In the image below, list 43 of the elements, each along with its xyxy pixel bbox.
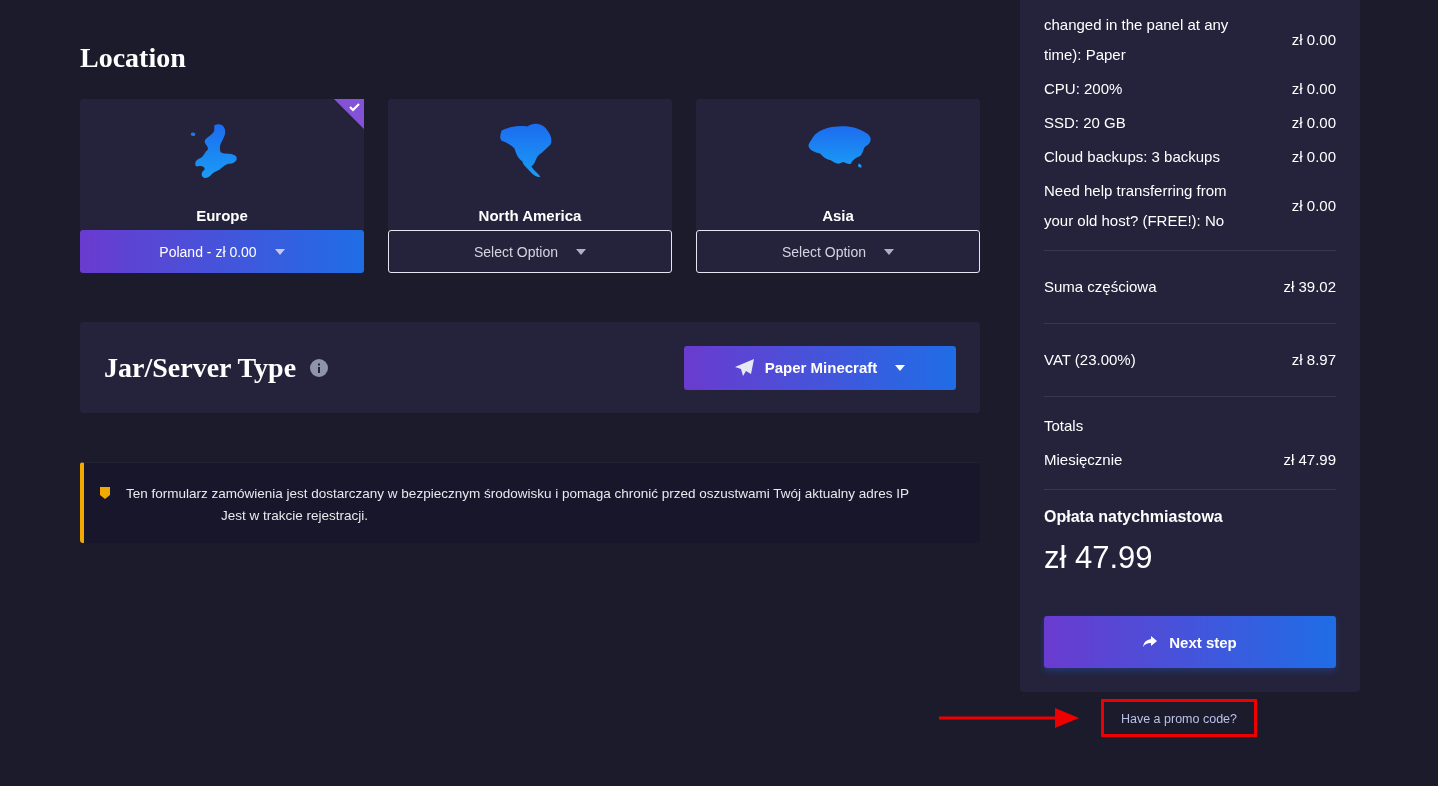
region-name: North America bbox=[478, 207, 582, 224]
section-heading: Location bbox=[80, 42, 186, 74]
info-icon bbox=[310, 358, 329, 377]
summary-value: zł 39.02 bbox=[1283, 277, 1336, 297]
item-label: CPU: 200% bbox=[1044, 79, 1123, 99]
location-dropdown[interactable]: Select Option bbox=[388, 230, 672, 273]
summary-label: Suma częściowa bbox=[1044, 277, 1157, 297]
due-label: Opłata natychmiastowa bbox=[1044, 508, 1224, 526]
item-price: zł 0.00 bbox=[1291, 79, 1336, 99]
due-amount: zł 47.99 bbox=[1044, 540, 1154, 576]
item-label: Cloud backups: 3 backups bbox=[1044, 147, 1220, 167]
totals-heading: Totals bbox=[1044, 416, 1084, 436]
caret-icon bbox=[884, 248, 895, 255]
location-dropdown[interactable]: Poland - zł 0.00 bbox=[80, 230, 364, 273]
item-price: zł 0.00 bbox=[1291, 30, 1336, 50]
caret-icon bbox=[274, 248, 285, 255]
region-card[interactable]: Asia bbox=[696, 99, 980, 230]
next-step-button[interactable]: Next step bbox=[1044, 616, 1336, 668]
item-label: SSD: 20 GB bbox=[1044, 113, 1126, 133]
summary-value: zł 8.97 bbox=[1291, 350, 1336, 370]
item-price: zł 0.00 bbox=[1291, 147, 1336, 167]
share-arrow-icon bbox=[1143, 636, 1158, 648]
paper-plane-icon bbox=[734, 358, 755, 377]
promo-code-link[interactable]: Have a promo code? bbox=[1120, 712, 1237, 726]
shield-icon bbox=[100, 487, 110, 499]
ip-address-text: Jest w trakcie rejestracji. bbox=[221, 507, 370, 525]
region-name: Europe bbox=[196, 207, 248, 224]
item-label: changed in the panel at any time): Paper bbox=[1044, 15, 1230, 65]
region-card[interactable]: Europe bbox=[80, 99, 364, 230]
item-price: zł 0.00 bbox=[1291, 196, 1336, 216]
summary-label: Miesięcznie bbox=[1044, 450, 1123, 470]
region-card[interactable]: North America bbox=[388, 99, 672, 230]
notice-text: Ten formularz zamówienia jest dostarczany w bezpiecznym środowisku i pomaga chronić przed oszustwami Twój aktualny adres IP bbox=[126, 485, 910, 503]
item-label: Need help transferring from your old host? (FREE!): No bbox=[1044, 181, 1228, 231]
caret-icon bbox=[895, 364, 906, 371]
summary-value: zł 47.99 bbox=[1283, 450, 1336, 470]
caret-icon bbox=[576, 248, 587, 255]
section-heading: Jar/Server Type bbox=[104, 351, 297, 384]
summary-label: VAT (23.00%) bbox=[1044, 350, 1136, 370]
region-name: Asia bbox=[822, 207, 854, 224]
item-price: zł 0.00 bbox=[1291, 113, 1336, 133]
server-type-dropdown[interactable]: Paper Minecraft bbox=[684, 345, 956, 390]
location-dropdown[interactable]: Select Option bbox=[696, 230, 980, 273]
